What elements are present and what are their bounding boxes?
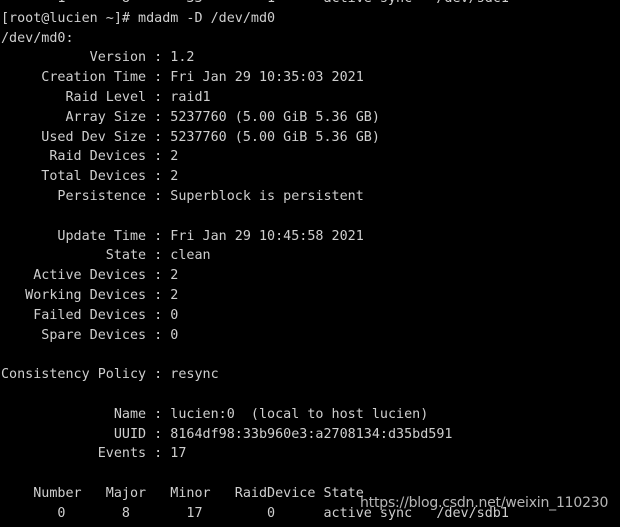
terminal-line: Array Size : 5237760 (5.00 GiB 5.36 GB)	[1, 109, 380, 125]
terminal-window[interactable]: 1 8 33 1 active sync /dev/sdc1 [root@luc…	[0, 0, 620, 527]
terminal-line: Working Devices : 2	[1, 287, 179, 303]
terminal-line: /dev/md0:	[1, 30, 74, 46]
terminal-line: Creation Time : Fri Jan 29 10:35:03 2021	[1, 70, 364, 86]
terminal-line: Name : lucien:0 (local to host lucien)	[1, 406, 429, 422]
terminal-line: State : clean	[1, 248, 219, 264]
terminal-line: Version : 1.2	[1, 50, 195, 66]
terminal-line: UUID : 8164df98:33b960e3:a2708134:d35bd5…	[1, 426, 453, 442]
terminal-line: Raid Devices : 2	[1, 149, 179, 165]
terminal-line: Raid Level : raid1	[1, 89, 211, 105]
terminal-scrollback: 1 8 33 1 active sync /dev/sdc1 [root@luc…	[0, 0, 620, 527]
device-table-row: 1 8 33 1 active sync /dev/sdc1	[0, 524, 620, 527]
terminal-line: Update Time : Fri Jan 29 10:45:58 2021	[1, 228, 364, 244]
terminal-line: Active Devices : 2	[1, 268, 179, 284]
terminal-line: Persistence : Superblock is persistent	[1, 188, 364, 204]
terminal-line: Events : 17	[1, 446, 187, 462]
terminal-line: Spare Devices : 0	[1, 327, 179, 343]
terminal-line: Failed Devices : 0	[1, 307, 179, 323]
terminal-line: Used Dev Size : 5237760 (5.00 GiB 5.36 G…	[1, 129, 380, 145]
device-table-header: Number Major Minor RaidDevice State	[1, 485, 364, 501]
terminal-line: Consistency Policy : resync	[1, 367, 219, 383]
device-table-row: 0 8 17 0 active sync /dev/sdb1	[1, 505, 509, 521]
terminal-prompt-line: [root@lucien ~]# mdadm -D /dev/md0	[1, 10, 276, 26]
terminal-line: 1 8 33 1 active sync /dev/sdc1	[0, 0, 620, 9]
terminal-line: Total Devices : 2	[1, 169, 179, 185]
